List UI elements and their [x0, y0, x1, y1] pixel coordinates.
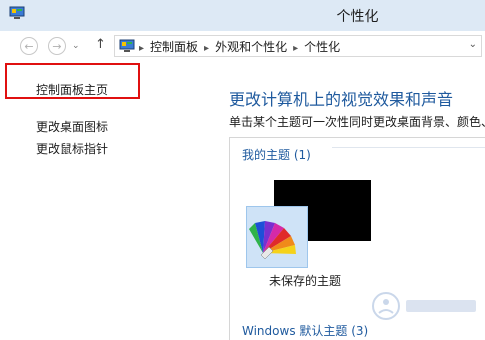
window-title: 个性化: [336, 9, 379, 25]
watermark-logo: [372, 292, 476, 320]
group-divider: [332, 147, 485, 148]
breadcrumb-separator-icon: ▸: [293, 43, 299, 54]
breadcrumb: ▸ 控制面板 ▸ 外观和个性化 ▸ 个性化: [139, 38, 340, 55]
color-fan-icon: [249, 221, 296, 260]
breadcrumb-item-personalization[interactable]: 个性化: [304, 40, 340, 54]
back-button[interactable]: ←: [20, 37, 38, 55]
navigation-bar: ← → ⌄ ↑ ▸ 控制面板 ▸ 外观和个性化 ▸ 个性化 ⌄: [0, 31, 485, 63]
theme-name: 未保存的主题: [269, 274, 342, 288]
breadcrumb-item-control-panel[interactable]: 控制面板: [150, 40, 198, 54]
address-dropdown-icon[interactable]: ⌄: [469, 39, 477, 50]
page-title: 更改计算机上的视觉效果和声音: [229, 90, 454, 109]
forward-button[interactable]: →: [48, 37, 66, 55]
address-bar[interactable]: ▸ 控制面板 ▸ 外观和个性化 ▸ 个性化 ⌄: [114, 35, 482, 57]
recent-pages-chevron-icon[interactable]: ⌄: [72, 41, 80, 51]
sidebar-item-control-panel-home[interactable]: 控制面板主页: [36, 81, 108, 98]
theme-color-icon: [246, 206, 308, 268]
sidebar-item-change-mouse-pointers[interactable]: 更改鼠标指针: [36, 140, 108, 157]
breadcrumb-separator-icon: ▸: [139, 43, 145, 54]
sidebar-item-change-desktop-icons[interactable]: 更改桌面图标: [36, 118, 108, 135]
group-header-my-themes[interactable]: 我的主题 (1): [242, 146, 311, 163]
breadcrumb-item-appearance[interactable]: 外观和个性化: [215, 40, 287, 54]
page-description: 单击某个主题可一次性同时更改桌面背景、颜色、: [229, 115, 485, 129]
group-header-windows-default-themes[interactable]: Windows 默认主题 (3): [242, 322, 368, 339]
theme-item-unsaved[interactable]: 未保存的主题: [246, 176, 381, 296]
breadcrumb-separator-icon: ▸: [204, 43, 210, 54]
title-bar: 个性化: [0, 0, 485, 31]
up-button[interactable]: ↑: [95, 37, 106, 52]
control-panel-icon: [119, 39, 135, 52]
